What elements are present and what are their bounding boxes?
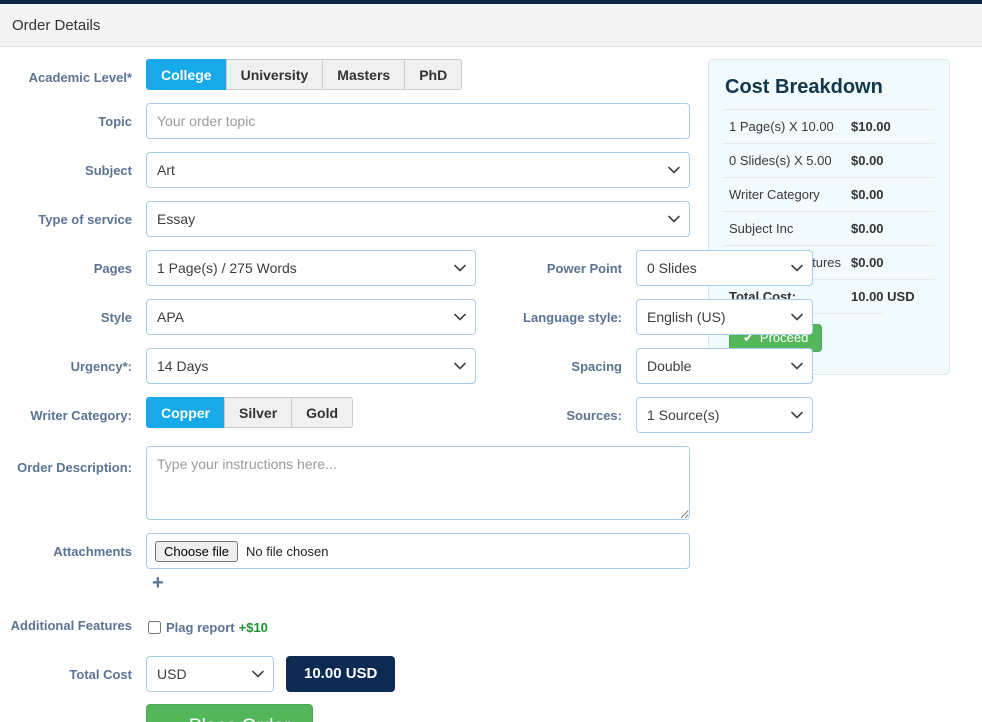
place-order-button[interactable]: ✔ Place Order: [146, 704, 314, 722]
spacing-select[interactable]: Double: [636, 348, 813, 384]
academic-level-option-phd[interactable]: PhD: [404, 59, 463, 90]
total-cost-badge: 10.00 USD: [286, 656, 396, 692]
label-subject: Subject: [85, 163, 132, 178]
row-writer-category-sources: Writer Category: Copper Silver Gold Sour…: [0, 397, 813, 433]
writer-category-option-silver[interactable]: Silver: [224, 397, 293, 428]
academic-level-option-masters[interactable]: Masters: [322, 59, 406, 90]
type-of-service-select[interactable]: Essay: [146, 201, 690, 237]
cost-row-label: 0 Slides(s) X 5.00: [723, 143, 851, 178]
page-body: Academic Level* College University Maste…: [0, 47, 982, 722]
label-order-description: Order Description:: [17, 460, 132, 475]
power-point-select[interactable]: 0 Slides: [636, 250, 813, 286]
topic-input[interactable]: [146, 103, 690, 139]
urgency-select[interactable]: 14 Days: [146, 348, 476, 384]
cost-row-amount: $0.00: [851, 211, 935, 246]
label-power-point: Power Point: [546, 261, 622, 276]
row-type-of-service: Type of service Essay: [0, 201, 690, 237]
label-style: Style: [100, 310, 132, 325]
table-row: 0 Slides(s) X 5.00 $0.00: [723, 143, 935, 178]
style-select[interactable]: APA: [146, 299, 476, 335]
writer-category-option-copper[interactable]: Copper: [146, 397, 225, 428]
label-writer-category: Writer Category:: [30, 408, 132, 423]
subject-select[interactable]: Art: [146, 152, 690, 188]
row-style-language: Style APA Language style: English (US): [0, 299, 813, 335]
label-sources: Sources:: [566, 408, 622, 423]
label-attachments: Attachments: [53, 544, 132, 559]
cost-row-amount: $0.00: [851, 245, 935, 280]
cost-breakdown-title: Cost Breakdown: [725, 76, 883, 98]
row-urgency-spacing: Urgency*: 14 Days Spacing Double: [0, 348, 813, 384]
cost-row-label: 1 Page(s) X 10.00: [723, 109, 851, 144]
choose-file-button[interactable]: Choose file: [155, 540, 239, 562]
label-type-of-service: Type of service: [38, 212, 132, 227]
sources-select[interactable]: 1 Source(s): [636, 397, 813, 433]
label-language-style: Language style:: [523, 310, 622, 325]
order-form: Academic Level* College University Maste…: [0, 59, 813, 722]
cost-row-label: Writer Category: [723, 177, 851, 212]
writer-category-group[interactable]: Copper Silver Gold: [146, 397, 354, 428]
label-academic-level: Academic Level*: [28, 70, 132, 85]
row-pages-powerpoint: Pages 1 Page(s) / 275 Words Power Point: [0, 250, 813, 286]
academic-level-option-college[interactable]: College: [146, 59, 227, 90]
plag-report-label: Plag report: [166, 619, 235, 635]
add-attachment-icon[interactable]: +: [152, 573, 164, 593]
writer-category-option-gold[interactable]: Gold: [291, 397, 354, 428]
label-pages: Pages: [93, 261, 132, 276]
row-academic-level: Academic Level* College University Maste…: [0, 59, 690, 90]
order-description-textarea[interactable]: [146, 446, 690, 520]
label-topic: Topic: [98, 114, 132, 129]
file-status-text: No file chosen: [246, 543, 329, 559]
panel-header: Order Details: [0, 4, 982, 47]
row-attachments: Attachments Choose file No file chosen +: [0, 533, 690, 594]
sidebar: Cost Breakdown 1 Page(s) X 10.00 $10.00 …: [690, 59, 982, 722]
pages-select[interactable]: 1 Page(s) / 275 Words: [146, 250, 476, 286]
table-row: Writer Category $0.00: [723, 177, 935, 212]
attachment-file-field[interactable]: Choose file No file chosen: [146, 533, 690, 569]
label-additional-features: Additional Features: [10, 618, 132, 633]
cost-row-amount: $10.00: [851, 109, 935, 144]
total-cost-amount: 10.00 USD: [851, 279, 935, 313]
table-row: 1 Page(s) X 10.00 $10.00: [723, 109, 935, 144]
row-additional-features: Additional Features Plag report +$10: [0, 607, 690, 643]
page-title: Order Details: [12, 16, 101, 34]
language-style-select[interactable]: English (US): [636, 299, 813, 335]
label-urgency: Urgency*:: [70, 359, 132, 374]
cost-row-amount: $0.00: [851, 177, 935, 212]
plag-report-checkbox[interactable]: [148, 620, 161, 634]
academic-level-option-university[interactable]: University: [225, 59, 324, 90]
cost-row-amount: $0.00: [851, 143, 935, 178]
cost-row-label: Subject Inc: [723, 211, 851, 246]
order-details-page: Order Details Academic Level* College Un…: [0, 0, 982, 722]
check-icon: ✔: [169, 705, 180, 722]
feature-plag-report[interactable]: Plag report +$10: [146, 607, 690, 643]
row-order-description: Order Description:: [0, 446, 690, 520]
row-subject: Subject Art: [0, 152, 690, 188]
academic-level-group[interactable]: College University Masters PhD: [146, 59, 463, 90]
table-row: Subject Inc $0.00: [723, 211, 935, 246]
currency-select[interactable]: USD: [146, 656, 274, 692]
place-order-label: Place Order: [189, 705, 290, 722]
row-topic: Topic: [0, 103, 690, 139]
label-total-cost: Total Cost: [69, 667, 132, 682]
row-total-cost: Total Cost USD 10.00 USD: [0, 656, 690, 722]
label-spacing: Spacing: [571, 359, 622, 374]
plag-report-price: +$10: [238, 619, 268, 635]
